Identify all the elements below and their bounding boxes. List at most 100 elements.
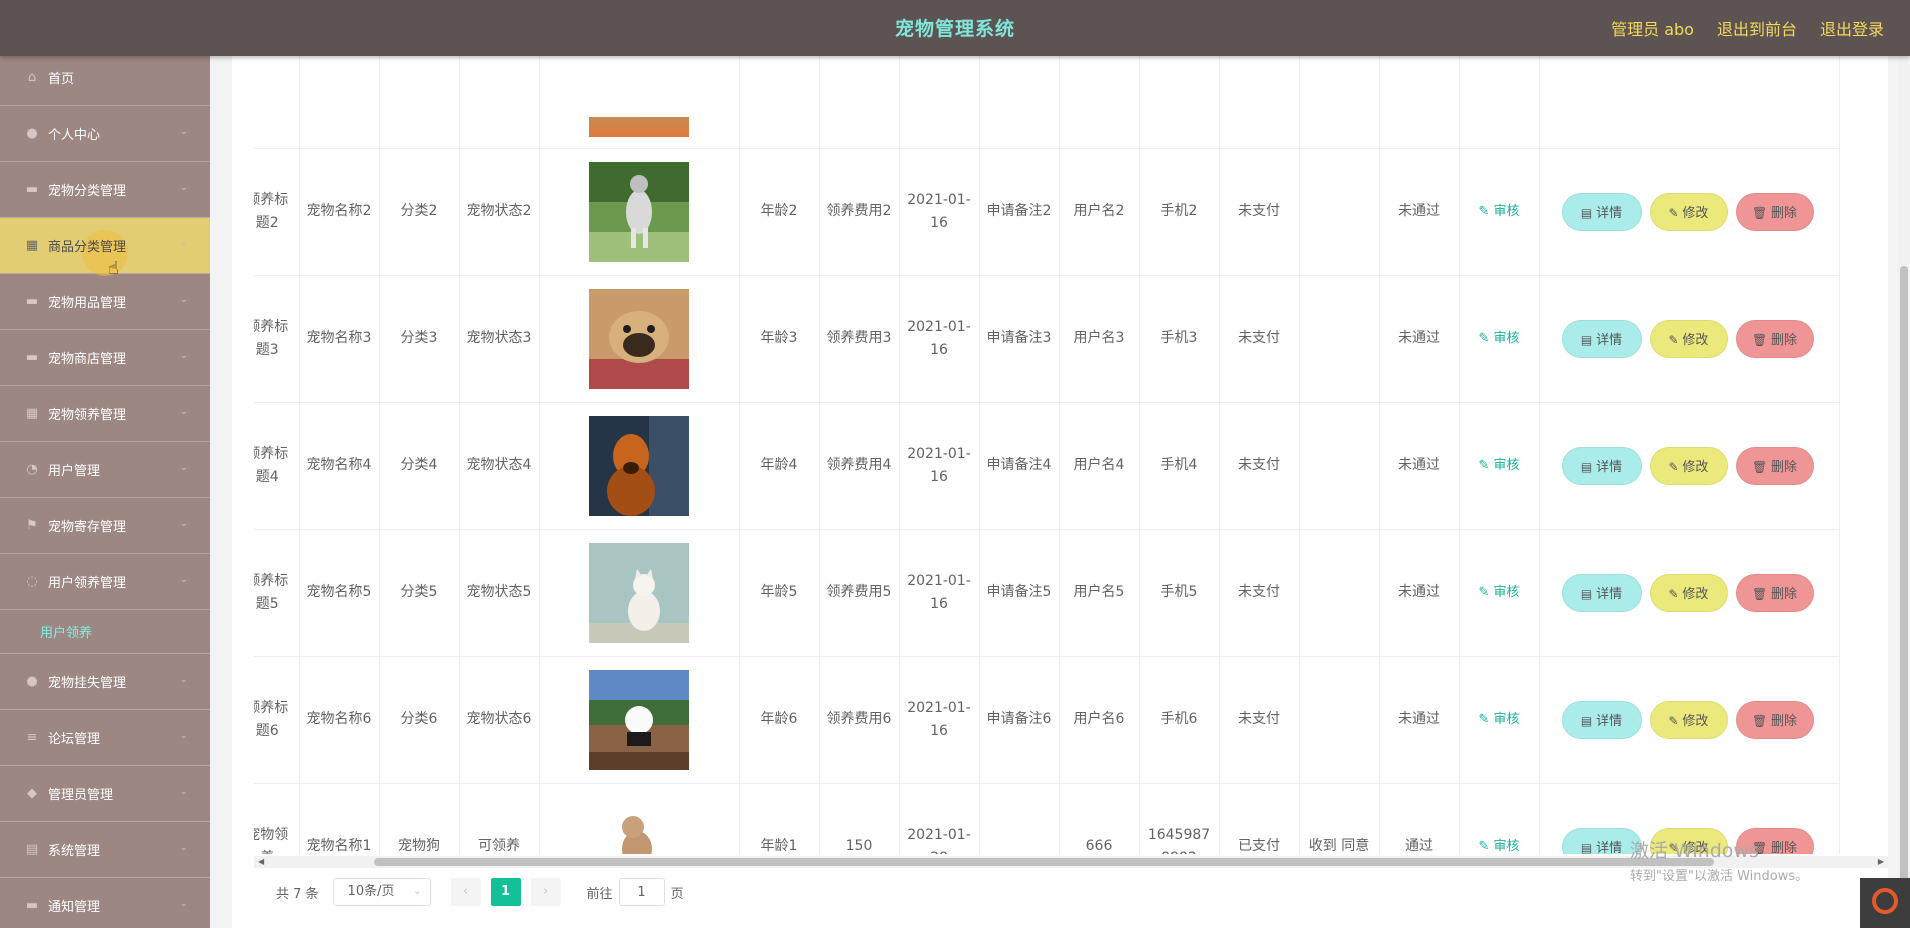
audit-button[interactable]: ✎ 审核 (1478, 458, 1519, 473)
app-corner-icon[interactable] (1860, 878, 1910, 928)
chevron-down-icon: ⌄ (179, 238, 188, 249)
pet-image-cell (539, 783, 740, 854)
audit-label: 审核 (1493, 204, 1520, 219)
edit-pen-icon: ✎ (1478, 712, 1494, 727)
audit-cell: ✎ 审核 (1459, 529, 1540, 657)
edit-button[interactable]: ✎ 修改 (1649, 446, 1728, 485)
watermark-line2: 转到"设置"以激活 Windows。 (1630, 869, 1809, 884)
table-cell (739, 56, 820, 149)
vertical-scrollbar[interactable] (1898, 56, 1910, 928)
back-to-front-link[interactable]: 退出到前台 (1717, 16, 1797, 40)
cell-pay: 未支付 (1219, 275, 1300, 403)
cell-age: 年龄6 (739, 656, 820, 784)
delete-button[interactable]: 🗑 删除 (1735, 446, 1814, 485)
scroll-left-icon[interactable]: ◀ (258, 856, 264, 868)
delete-button-label: 删除 (1771, 205, 1798, 221)
sidebar-item[interactable]: ⌂ 首页 (0, 56, 210, 106)
delete-button[interactable]: 🗑 删除 (1735, 192, 1814, 231)
edit-button[interactable]: ✎ 修改 (1649, 192, 1728, 231)
edit-button[interactable]: ✎ 修改 (1649, 573, 1728, 612)
detail-button[interactable]: ▤ 详情 (1561, 192, 1642, 231)
goto-page-input[interactable] (618, 878, 665, 906)
trash-icon: 🗑 (1751, 205, 1772, 220)
delete-button[interactable]: 🗑 删除 (1735, 700, 1814, 739)
cell-name: 宠物名称5 (299, 529, 380, 657)
sidebar-item[interactable]: ◆ 管理员管理 ⌄ (0, 766, 210, 822)
header-actions: 管理员 abo 退出到前台 退出登录 (1611, 16, 1884, 40)
detail-button[interactable]: ▤ 详情 (1561, 700, 1642, 739)
sidebar-item-label: 宠物领养管理 (48, 408, 127, 423)
vertical-scrollbar-thumb[interactable] (1900, 266, 1908, 916)
table-cell (1139, 56, 1220, 149)
sidebar-item[interactable]: ▬ 宠物分类管理 ⌄ (0, 162, 210, 218)
submenu-item-user-adoption[interactable]: 用户领养 (0, 610, 210, 654)
table-cell (1539, 56, 1840, 149)
sidebar-item[interactable]: ▦ 宠物领养管理 ⌄ (0, 386, 210, 442)
page-size-select[interactable]: 10条/页 ⌄ (332, 878, 431, 906)
table-row: 领养标题2宠物名称2分类2宠物状态2 年龄2领养费用22021-01-16申请备注… (254, 148, 1840, 276)
cell-category: 分类2 (379, 148, 460, 276)
scroll-right-icon[interactable]: ▶ (1878, 856, 1884, 868)
detail-button[interactable]: ▤ 详情 (1561, 319, 1642, 358)
sidebar-item[interactable]: ◌ 用户领养管理 ⌄ (0, 554, 210, 610)
sidebar-item[interactable]: ▬ 宠物用品管理 ⌄ (0, 274, 210, 330)
mouse-cursor-icon: ☝ (108, 258, 119, 279)
sidebar-item[interactable]: ◔ 用户管理 ⌄ (0, 442, 210, 498)
audit-button[interactable]: ✎ 审核 (1478, 585, 1519, 600)
next-page-button[interactable]: › (530, 878, 561, 906)
sidebar-item[interactable]: ▤ 系统管理 ⌄ (0, 822, 210, 878)
edit-button[interactable]: ✎ 修改 (1649, 319, 1728, 358)
sidebar-item-label: 管理员管理 (48, 788, 114, 803)
sidebar-item[interactable]: ▦ 商品分类管理 ⌄ (0, 218, 210, 276)
table-row: 宠物领养宠物名称1宠物狗可领养 年龄11502021-01-28 666164598… (254, 783, 1840, 854)
chevron-down-icon: ⌄ (179, 126, 188, 137)
pet-image (589, 796, 689, 854)
page-number-current[interactable]: 1 (490, 878, 521, 906)
detail-button[interactable]: ▤ 详情 (1561, 573, 1642, 612)
cell-reply (1299, 529, 1380, 657)
audit-button[interactable]: ✎ 审核 (1478, 712, 1519, 727)
sidebar-item-label: 用户管理 (48, 464, 101, 479)
logout-link[interactable]: 退出登录 (1820, 16, 1884, 40)
circle-icon: ◌ (26, 573, 38, 589)
table-scroll-area: 领养标题2宠物名称2分类2宠物状态2年龄2领养费用22021-01-16申请备注… (254, 56, 1890, 854)
sidebar-item[interactable]: ▬ 通知管理 ⌄ (0, 878, 210, 928)
chevron-down-icon: ⌄ (179, 898, 188, 909)
cell-category: 分类3 (379, 275, 460, 403)
cell-title: 宠物领养 (254, 783, 300, 854)
prev-page-button[interactable]: ‹ (450, 878, 481, 906)
detail-button-label: 详情 (1596, 205, 1623, 221)
cell-username: 用户名2 (1059, 148, 1140, 276)
cell-title: 领养标题3 (254, 275, 300, 403)
menu-icon: ≡ (26, 729, 38, 745)
flag-icon: ⚑ (26, 517, 38, 533)
cell-pay: 未支付 (1219, 529, 1300, 657)
cell-fee: 150 (819, 783, 900, 854)
audit-button[interactable]: ✎ 审核 (1478, 839, 1519, 854)
home-icon: ⌂ (27, 69, 37, 85)
delete-button[interactable]: 🗑 删除 (1735, 573, 1814, 612)
admin-name: 管理员 abo (1611, 20, 1694, 39)
delete-button[interactable]: 🗑 删除 (1735, 319, 1814, 358)
chevron-down-icon: ⌄ (179, 786, 188, 797)
audit-button[interactable]: ✎ 审核 (1478, 204, 1519, 219)
sidebar-item[interactable]: ● 宠物挂失管理 ⌄ (0, 654, 210, 710)
cell-approval: 未通过 (1379, 656, 1460, 784)
edit-button[interactable]: ✎ 修改 (1649, 700, 1728, 739)
sidebar-item[interactable]: ▬ 宠物商店管理 ⌄ (0, 330, 210, 386)
delete-button-label: 删除 (1771, 586, 1798, 602)
audit-button[interactable]: ✎ 审核 (1478, 331, 1519, 346)
table-row: 领养标题6宠物名称6分类6宠物状态6 年龄6领养费用62021-01-16申请备注… (254, 656, 1840, 784)
scrollbar-thumb[interactable] (374, 858, 1714, 866)
top-header: 宠物管理系统 管理员 abo 退出到前台 退出登录 (0, 0, 1910, 56)
sidebar-item[interactable]: ≡ 论坛管理 ⌄ (0, 710, 210, 766)
chevron-down-icon: ⌄ (413, 886, 422, 897)
delete-button-label: 删除 (1771, 459, 1798, 475)
cell-remark (979, 783, 1060, 854)
chevron-down-icon: ⌄ (179, 730, 188, 741)
sidebar-item[interactable]: ● 个人中心 ⌄ (0, 106, 210, 162)
sidebar-item[interactable]: ⚑ 宠物寄存管理 ⌄ (0, 498, 210, 554)
pet-image (589, 161, 689, 262)
cell-pay: 未支付 (1219, 656, 1300, 784)
detail-button[interactable]: ▤ 详情 (1561, 446, 1642, 485)
